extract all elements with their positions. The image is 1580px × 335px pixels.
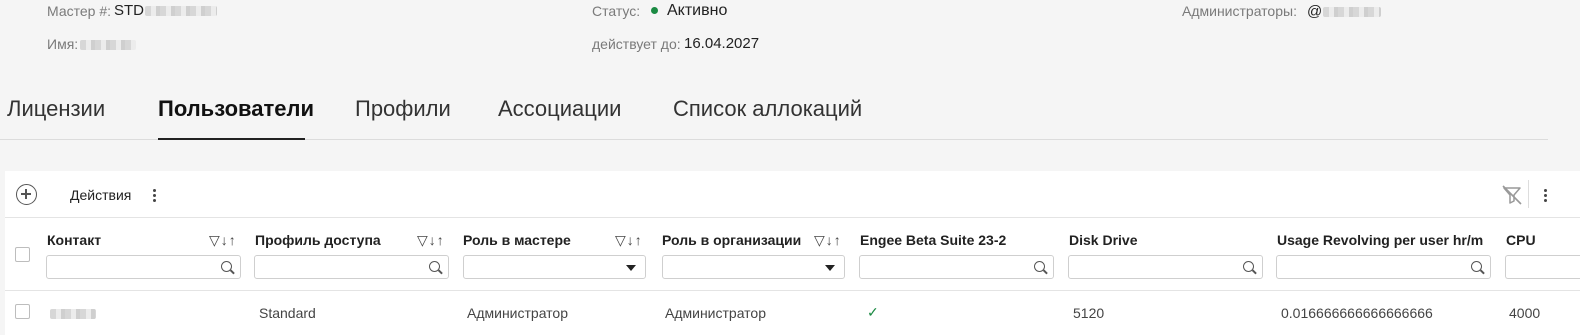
toolbar-divider <box>1528 180 1529 208</box>
search-icon <box>1243 261 1254 272</box>
check-icon: ✓ <box>867 304 879 320</box>
administrators-value: @ <box>1307 3 1382 20</box>
valid-until-value: 16.04.2027 <box>684 35 760 52</box>
tab-bar: Лицензии Пользователи Профили Ассоциации… <box>0 90 1548 140</box>
row-checkbox[interactable] <box>15 304 30 319</box>
search-icon <box>1034 261 1045 272</box>
column-header-engee-beta-suite[interactable]: Engee Beta Suite 23-2 <box>860 232 1006 248</box>
active-tab-indicator <box>158 138 305 140</box>
column-header-access-profile[interactable]: Профиль доступа <box>255 232 381 248</box>
name-value <box>80 36 136 53</box>
column-header-usage-revolving[interactable]: Usage Revolving per user hr/m <box>1277 232 1483 248</box>
cell-disk-drive: 5120 <box>1073 305 1105 321</box>
master-number-text: STD <box>114 2 144 19</box>
cell-access-profile: Standard <box>259 305 316 321</box>
redacted-text <box>1323 7 1382 18</box>
table-row[interactable]: Standard Администратор Администратор ✓ 5… <box>5 292 1580 335</box>
redacted-text <box>80 40 136 51</box>
engee-filter-input[interactable] <box>859 255 1054 279</box>
filter-sort-icon[interactable]: ▽↓↑ <box>615 232 643 249</box>
search-icon <box>1471 261 1482 272</box>
select-all-checkbox[interactable] <box>15 247 30 262</box>
org-role-filter-select[interactable] <box>662 255 845 279</box>
tab-licenses[interactable]: Лицензии <box>7 96 105 122</box>
column-header-org-role[interactable]: Роль в организации <box>662 232 801 248</box>
administrators-text: @ <box>1307 3 1323 20</box>
column-header-cpu[interactable]: CPU <box>1506 232 1536 248</box>
tab-associations[interactable]: Ассоциации <box>498 96 621 122</box>
search-icon <box>221 261 232 272</box>
status-value: Активно <box>667 2 728 19</box>
status-dot-icon <box>651 7 658 14</box>
table-header: Контакт ▽↓↑ Профиль доступа ▽↓↑ Роль в м… <box>5 219 1580 291</box>
redacted-text <box>50 309 96 320</box>
filter-sort-icon[interactable]: ▽↓↑ <box>417 232 445 249</box>
cell-usage-revolving: 0.016666666666666666 <box>1281 305 1433 321</box>
chevron-down-icon <box>626 265 636 271</box>
filter-sort-icon[interactable]: ▽↓↑ <box>814 232 842 249</box>
master-role-filter-select[interactable] <box>463 255 646 279</box>
administrators-label: Администраторы: <box>1182 3 1297 19</box>
usage-filter-input[interactable] <box>1276 255 1491 279</box>
cell-cpu: 4000 <box>1509 305 1541 321</box>
filter-sort-icon[interactable]: ▽↓↑ <box>209 232 237 249</box>
column-header-disk-drive[interactable]: Disk Drive <box>1069 232 1137 248</box>
column-header-master-role[interactable]: Роль в мастере <box>463 232 571 248</box>
tab-allocation-list[interactable]: Список аллокаций <box>673 96 862 122</box>
contact-filter-input[interactable] <box>46 255 241 279</box>
cell-master-role: Администратор <box>467 305 569 321</box>
users-table-panel: Действия Контакт ▽↓↑ Профиль доступа ▽↓↑… <box>5 171 1580 335</box>
filter-off-icon[interactable] <box>1501 184 1523 206</box>
valid-until-label: действует до: <box>592 36 681 52</box>
table-toolbar: Действия <box>5 171 1580 218</box>
status-label: Статус: <box>592 3 641 19</box>
plus-circle-icon[interactable] <box>16 184 37 205</box>
access-profile-filter-input[interactable] <box>254 255 449 279</box>
more-vertical-icon[interactable] <box>1544 189 1548 203</box>
master-number-value: STD <box>114 2 217 19</box>
name-label: Имя: <box>47 36 79 52</box>
more-vertical-icon[interactable] <box>153 189 157 203</box>
actions-button[interactable]: Действия <box>70 187 131 203</box>
redacted-text <box>145 6 217 17</box>
cpu-filter-input[interactable] <box>1505 255 1580 279</box>
chevron-down-icon <box>825 265 835 271</box>
column-header-contact[interactable]: Контакт <box>47 232 101 248</box>
master-number-label: Мастер #: <box>47 3 111 19</box>
tab-users[interactable]: Пользователи <box>158 96 314 122</box>
cell-contact <box>50 305 96 321</box>
tab-profiles[interactable]: Профили <box>355 96 451 122</box>
disk-drive-filter-input[interactable] <box>1068 255 1263 279</box>
search-icon <box>429 261 440 272</box>
cell-org-role: Администратор <box>665 305 767 321</box>
